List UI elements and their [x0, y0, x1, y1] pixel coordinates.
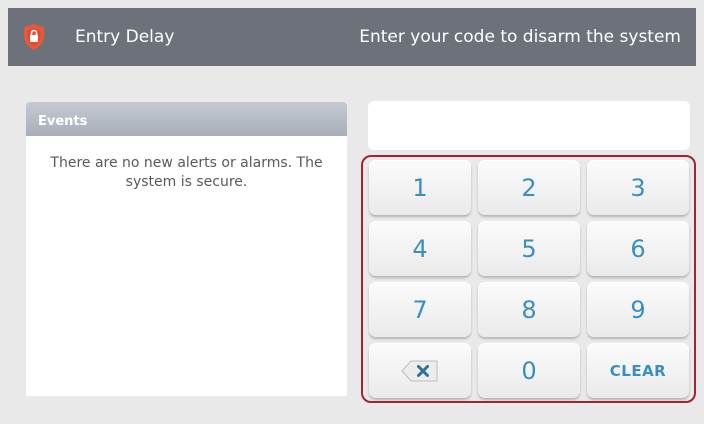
key-6[interactable]: 6 — [587, 221, 689, 276]
key-5[interactable]: 5 — [478, 221, 580, 276]
key-9[interactable]: 9 — [587, 282, 689, 337]
key-2[interactable]: 2 — [478, 160, 580, 215]
clear-button[interactable]: CLEAR — [587, 343, 689, 398]
shield-lock-icon — [24, 24, 44, 50]
top-status-bar: Entry Delay Enter your code to disarm th… — [8, 8, 696, 66]
events-panel-header: Events — [26, 102, 347, 136]
backspace-button[interactable] — [369, 343, 471, 398]
backspace-icon — [401, 360, 438, 381]
status-title: Entry Delay — [75, 27, 175, 47]
disarm-instruction: Enter your code to disarm the system — [359, 27, 681, 47]
key-4[interactable]: 4 — [369, 221, 471, 276]
key-1[interactable]: 1 — [369, 160, 471, 215]
key-8[interactable]: 8 — [478, 282, 580, 337]
key-0[interactable]: 0 — [478, 343, 580, 398]
events-message: There are no new alerts or alarms. The s… — [50, 155, 323, 190]
key-3[interactable]: 3 — [587, 160, 689, 215]
numeric-keypad: 1 2 3 4 5 6 7 8 9 0 CLEAR — [361, 155, 696, 403]
events-panel: Events There are no new alerts or alarms… — [26, 102, 347, 396]
key-7[interactable]: 7 — [369, 282, 471, 337]
code-entry-display[interactable] — [368, 101, 690, 150]
